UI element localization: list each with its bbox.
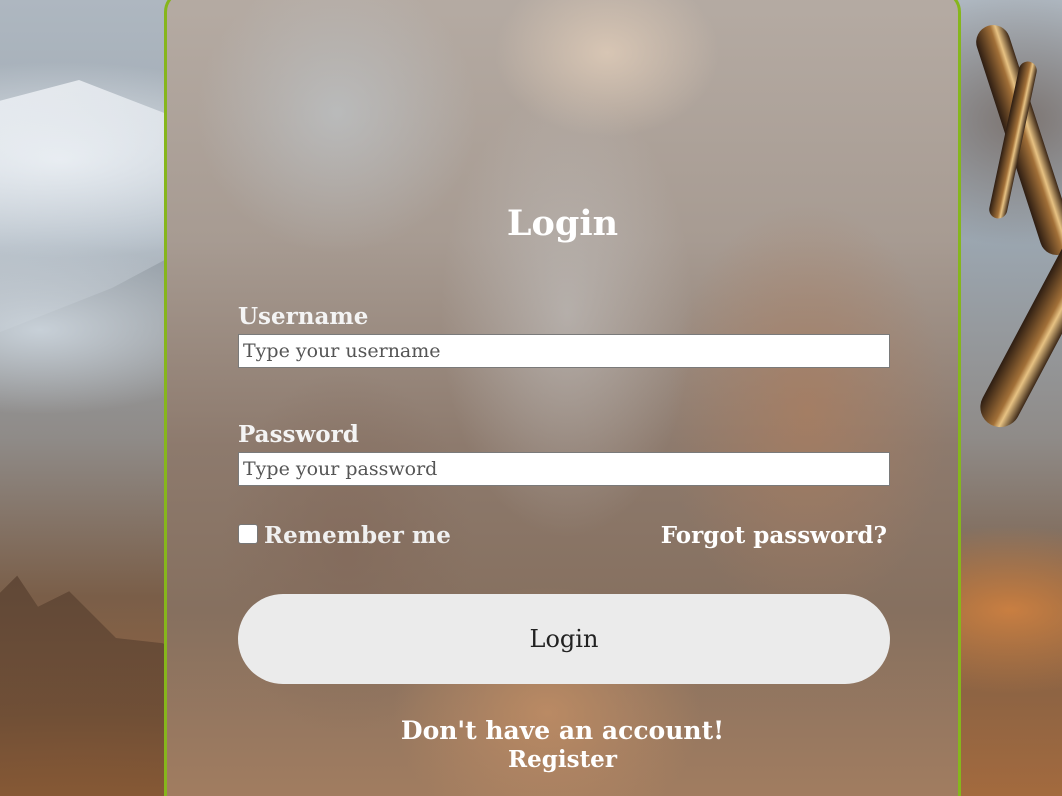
no-account-text: Don't have an account! xyxy=(400,716,725,745)
username-label: Username xyxy=(238,303,369,330)
password-label: Password xyxy=(238,421,359,448)
login-page: Login Username Password Remember me Forg… xyxy=(0,0,1062,796)
remember-me-row[interactable]: Remember me xyxy=(238,522,451,549)
remember-me-label[interactable]: Remember me xyxy=(264,522,451,549)
login-title: Login xyxy=(506,203,619,244)
login-button[interactable]: Login xyxy=(238,594,890,684)
login-card: Login Username Password Remember me Forg… xyxy=(164,0,961,796)
register-link[interactable]: Register xyxy=(167,746,958,773)
login-form: Login Username Password Remember me Forg… xyxy=(167,3,958,796)
password-input[interactable] xyxy=(238,452,890,486)
username-input[interactable] xyxy=(238,334,890,368)
forgot-password-link[interactable]: Forgot password? xyxy=(661,522,887,549)
remember-me-checkbox[interactable] xyxy=(238,523,258,544)
